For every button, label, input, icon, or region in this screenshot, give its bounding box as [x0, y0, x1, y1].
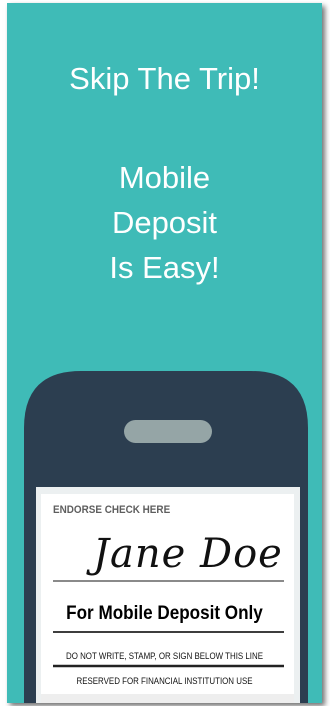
phone-speaker — [124, 420, 212, 443]
check-paper — [41, 494, 294, 703]
do-not-write-text: DO NOT WRITE, STAMP, OR SIGN BELOW THIS … — [65, 651, 264, 661]
reserved-area — [41, 694, 294, 703]
signature: Jane Doe — [93, 531, 283, 577]
phone-illustration — [24, 371, 308, 703]
mobile-deposit-only-text: For Mobile Deposit Only — [66, 603, 263, 624]
reserved-text: RESERVED FOR FINANCIAL INSTITUTION USE — [76, 676, 253, 686]
mobile-deposit-ad: Skip The Trip! Mobile Deposit Is Easy! E… — [7, 3, 322, 703]
endorse-check-label: ENDORSE CHECK HERE — [53, 504, 171, 516]
